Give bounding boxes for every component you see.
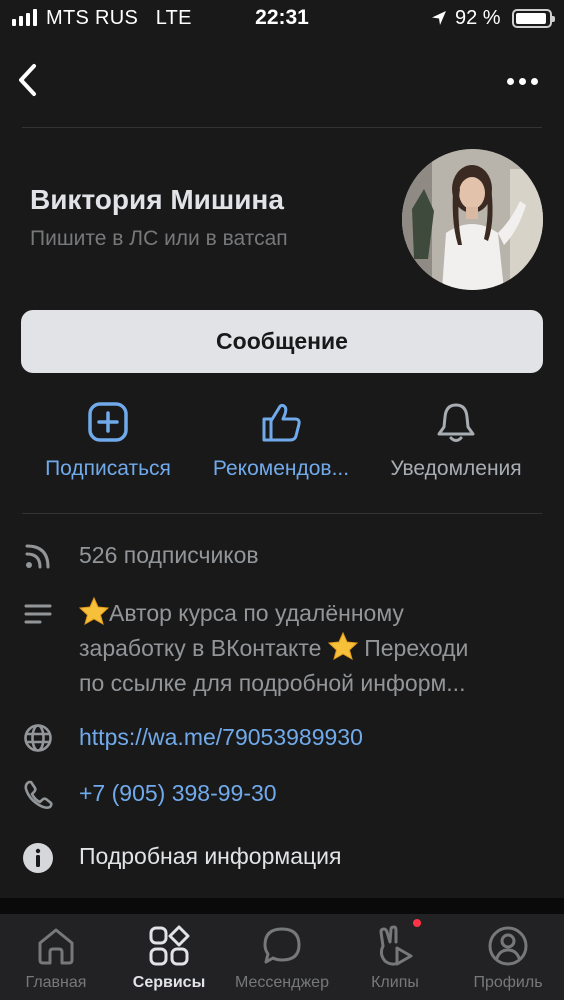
message-button[interactable]: Сообщение xyxy=(21,310,543,373)
text-lines-icon xyxy=(24,604,52,624)
avatar[interactable] xyxy=(402,149,543,290)
star-emoji-icon xyxy=(79,597,109,625)
about-text: Автор курса по удалённому заработку в ВК… xyxy=(79,596,468,701)
phone-link[interactable]: +7 (905) 398-99-30 xyxy=(79,776,277,811)
subscribe-action[interactable]: Подписаться xyxy=(45,400,171,480)
actions-divider xyxy=(22,513,542,514)
clips-notification-dot xyxy=(413,919,421,927)
tab-messenger[interactable]: Мессенджер xyxy=(226,924,338,992)
rss-icon xyxy=(25,544,50,569)
more-options-button[interactable] xyxy=(498,66,546,96)
tab-profile-label: Профиль xyxy=(473,974,543,991)
tab-home[interactable]: Главная xyxy=(0,924,112,992)
profile-status: Пишите в ЛС или в ватсап xyxy=(30,227,288,250)
followers-count: 526 подписчиков xyxy=(79,542,259,568)
info-icon xyxy=(23,843,53,873)
recommend-action[interactable]: Рекомендов... xyxy=(213,400,349,480)
tab-services-label: Сервисы xyxy=(132,974,206,991)
phone-icon xyxy=(24,780,53,809)
thumbs-up-icon xyxy=(262,403,301,442)
back-button[interactable] xyxy=(10,58,50,102)
tab-bar-separator xyxy=(0,898,564,914)
bottom-tab-bar: Главная Сервисы Мессенджер Клипы Профиль xyxy=(0,914,564,1000)
tab-clips[interactable]: Клипы xyxy=(339,919,451,992)
battery-percent: 92 % xyxy=(455,7,501,29)
notifications-label: Уведомления xyxy=(390,457,522,480)
location-arrow-icon xyxy=(432,11,446,25)
website-link[interactable]: https://wa.me/79053989930 xyxy=(79,720,363,755)
plus-square-icon xyxy=(88,402,128,442)
profile-name: Виктория Мишина xyxy=(30,184,284,215)
bell-icon xyxy=(437,403,475,442)
tab-services[interactable]: Сервисы xyxy=(113,924,225,992)
home-icon xyxy=(38,928,74,965)
tab-home-label: Главная xyxy=(25,974,87,991)
messenger-icon xyxy=(263,927,301,964)
star-emoji-icon xyxy=(327,632,358,660)
globe-icon xyxy=(24,724,52,752)
details-link[interactable]: Подробная информация xyxy=(79,839,341,874)
tab-clips-label: Клипы xyxy=(371,974,419,991)
battery-icon xyxy=(512,9,555,28)
header-divider xyxy=(22,127,542,128)
tab-messenger-label: Мессенджер xyxy=(235,974,329,991)
status-bar: MTS RUS LTE 22:31 92 % xyxy=(0,0,564,38)
services-icon xyxy=(149,925,190,966)
notifications-action[interactable]: Уведомления xyxy=(390,400,522,480)
profile-icon xyxy=(488,926,528,966)
tab-profile[interactable]: Профиль xyxy=(452,924,564,992)
clips-icon xyxy=(379,925,413,966)
